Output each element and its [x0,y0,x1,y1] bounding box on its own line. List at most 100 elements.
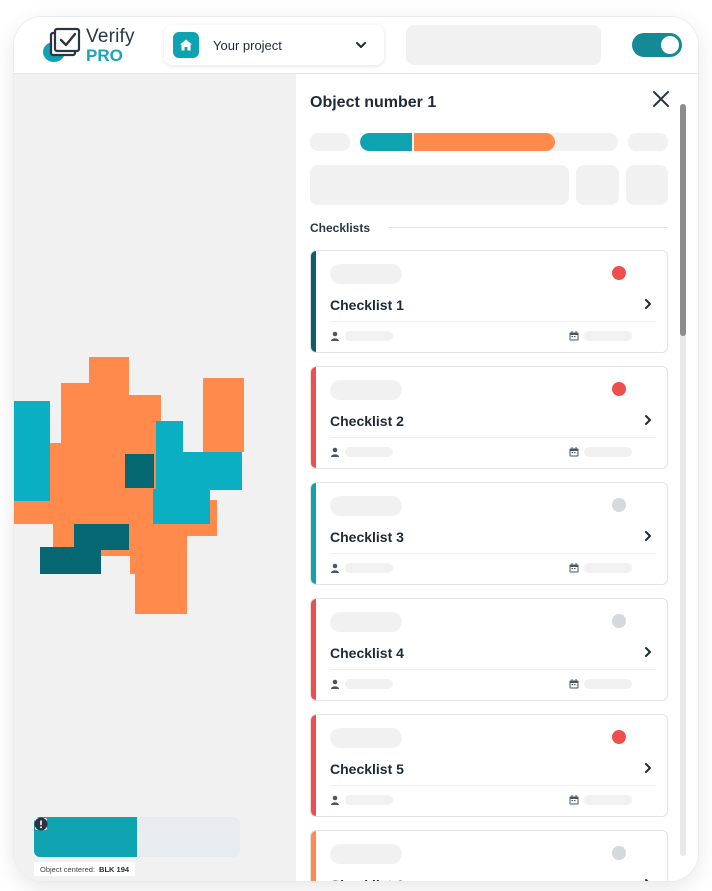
checklist-title: Checklist 1 [330,297,404,313]
panel-scrollbar[interactable] [680,104,686,856]
block-orange-right[interactable] [203,378,244,452]
checklist-mode-button[interactable] [34,817,137,857]
progress-segment-teal [360,133,412,151]
checklist-card[interactable]: Checklist 6 [310,830,668,881]
card-tag-placeholder [330,496,402,516]
chevron-right-icon [645,879,649,881]
due-date-placeholder [584,679,632,689]
object-centered-label: Object centered: [40,864,96,874]
view-toggle[interactable] [632,33,682,57]
placeholder-left [310,133,350,151]
assignee-placeholder [345,795,393,805]
checklist-card[interactable]: Checklist 4 [310,598,668,701]
card-accent-bar [311,715,316,816]
close-button[interactable] [648,86,674,112]
due-date-placeholder [584,563,632,573]
user-icon [331,563,339,573]
card-divider [330,437,656,438]
chevron-right-icon [645,647,651,657]
info-placeholder-wide [310,165,569,205]
chevron-right-icon [645,763,651,773]
building-blocks[interactable] [14,357,244,614]
checklist-card[interactable]: Checklist 2 [310,366,668,469]
calendar-icon [569,679,579,689]
status-indicator [612,498,626,512]
card-tag-placeholder [330,728,402,748]
card-divider [330,785,656,786]
issues-mode-button[interactable] [34,817,240,857]
card-accent-bar [311,599,316,700]
card-tag-placeholder [330,380,402,400]
home-icon [173,32,199,58]
checklist-card[interactable]: Checklist 1 [310,250,668,353]
card-divider [330,321,656,322]
calendar-icon [569,563,579,573]
object-details-panel: Object number 1 Checklists Checklist 1 Ch… [296,73,698,881]
checklist-title: Checklist 3 [330,529,404,545]
info-placeholder-small-2 [626,165,668,205]
assignee-placeholder [345,563,393,573]
project-label: Your project [213,37,282,53]
app-window: Verify PRO Your project Object centered:… [14,17,698,881]
verify-pro-logo[interactable]: Verify PRO [42,25,152,65]
mode-switch [34,817,240,857]
status-indicator [612,266,626,280]
scroll-thumb[interactable] [680,104,686,336]
due-date-placeholder [584,447,632,457]
assignee-placeholder [345,447,393,457]
toggle-knob [661,36,679,54]
checklist-card[interactable]: Checklist 5 [310,714,668,817]
card-tag-placeholder [330,612,402,632]
chevron-right-icon [645,299,651,309]
checklist-title: Checklist 2 [330,413,404,429]
card-tag-placeholder [330,264,402,284]
logo-mark-icon [43,27,81,62]
chevron-down-icon [356,42,366,48]
card-accent-bar [311,483,316,584]
assignee-placeholder [345,331,393,341]
checklist-title: Checklist 5 [330,761,404,777]
project-dropdown[interactable]: Your project [164,25,384,65]
user-icon [331,795,339,805]
user-icon [331,331,339,341]
calendar-icon [569,795,579,805]
checklist-card[interactable]: Checklist 3 [310,482,668,585]
alert-icon [34,817,48,831]
due-date-placeholder [584,331,632,341]
due-date-placeholder [584,795,632,805]
user-icon [331,679,339,689]
checklist-title: Checklist 6 [330,877,404,881]
section-label-checklists: Checklists [310,221,371,235]
map-view[interactable]: Object centered: BLK 194 [14,73,296,881]
block-teal-left[interactable] [14,401,50,501]
top-bar: Verify PRO Your project [14,17,698,73]
card-divider [330,553,656,554]
card-divider [330,669,656,670]
object-centered-value: BLK 194 [99,864,130,874]
user-icon [331,447,339,457]
status-indicator [612,614,626,628]
logo-word-verify: Verify [86,26,135,47]
assignee-placeholder [345,679,393,689]
info-placeholder-small-1 [576,165,619,205]
header-placeholder [406,25,601,65]
checklist-title: Checklist 4 [330,645,404,661]
status-indicator [612,846,626,860]
progress-segment-orange [413,133,556,151]
calendar-icon [569,331,579,341]
section-divider [388,227,668,228]
calendar-icon [569,447,579,457]
status-indicator [612,382,626,396]
card-accent-bar [311,367,316,468]
map-canvas[interactable] [14,74,296,881]
logo-word-pro: PRO [86,46,123,65]
panel-title: Object number 1 [310,94,437,111]
placeholder-right [628,133,668,151]
card-accent-bar [311,831,316,881]
block-dark-teal-center[interactable] [125,454,154,488]
progress-bar [360,133,618,151]
chevron-right-icon [645,531,651,541]
object-centered-info: Object centered: BLK 194 [34,862,136,876]
status-indicator [612,730,626,744]
card-tag-placeholder [330,844,402,864]
